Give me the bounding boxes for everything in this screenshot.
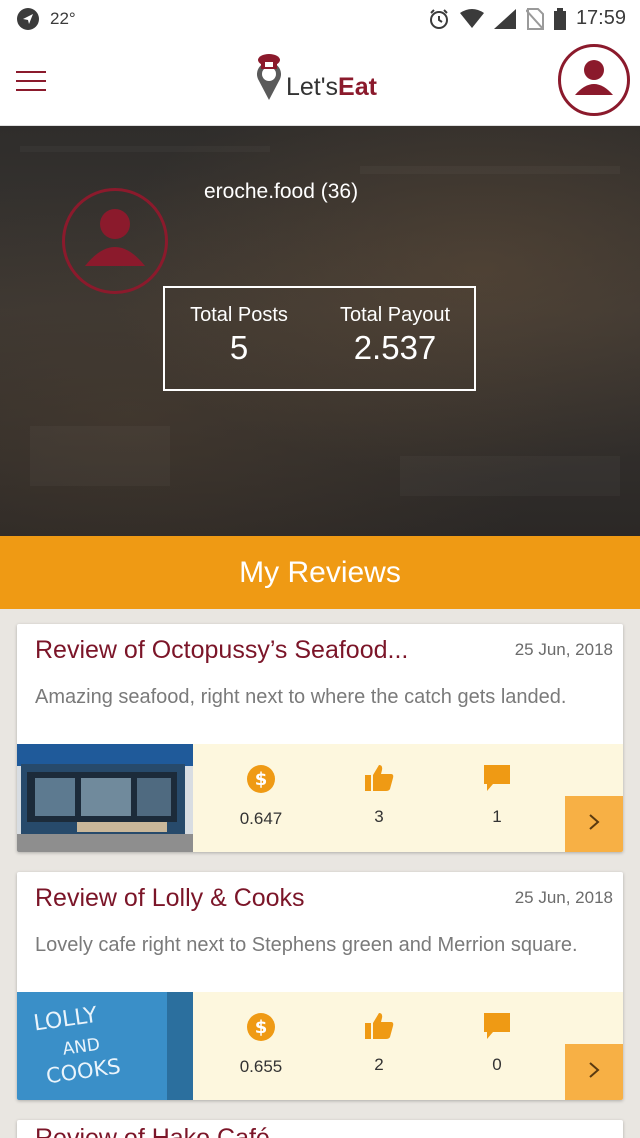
likes-count: 2 (374, 1055, 384, 1074)
temperature: 22° (50, 9, 76, 28)
open-review-button[interactable] (565, 796, 623, 852)
likes-count: 3 (374, 807, 384, 826)
review-description: Amazing seafood, right next to where the… (35, 686, 567, 708)
review-description: Lovely cafe right next to Stephens green… (35, 934, 578, 956)
likes-metric: 3 (339, 764, 419, 827)
comments-metric: 1 (457, 764, 537, 827)
status-bar: 22° 17:59 (0, 0, 640, 38)
open-review-button[interactable] (565, 1044, 623, 1100)
review-title[interactable]: Review of Lolly & Cooks (35, 884, 305, 913)
review-footer: $ 0.647 3 1 (17, 744, 623, 852)
stats-box: Total Posts 5 Total Payout 2.537 (163, 286, 476, 391)
app-bar: Let'sEat (0, 38, 640, 126)
profile-header: eroche.food (36) Total Posts 5 Total Pay… (0, 126, 640, 536)
clock-time: 17:59 (575, 7, 626, 29)
location-icon (16, 7, 40, 31)
total-posts-stat: Total Posts 5 (181, 304, 297, 367)
username: eroche.food (36) (204, 180, 359, 203)
user-icon (573, 57, 615, 104)
hamburger-icon (16, 71, 46, 73)
total-payout-label: Total Payout (339, 304, 451, 326)
user-icon (83, 206, 147, 277)
likes-metric: 2 (339, 1012, 419, 1075)
app-logo: Let'sEat (254, 53, 377, 106)
svg-text:$: $ (255, 769, 268, 790)
thumbs-up-icon (364, 1013, 394, 1044)
comment-icon (483, 765, 511, 796)
total-posts-value: 5 (229, 329, 249, 366)
payout-metric: $ 0.655 (221, 1012, 301, 1077)
wifi-icon (459, 8, 484, 29)
no-sim-icon (525, 7, 544, 30)
comments-metric: 0 (457, 1012, 537, 1075)
comment-icon (483, 1013, 511, 1044)
review-thumbnail: LOLLY AND COOKS (17, 992, 193, 1100)
comments-count: 0 (492, 1055, 502, 1074)
total-payout-value: 2.537 (353, 329, 437, 366)
payout-value: 0.647 (239, 809, 283, 828)
payout-value: 0.655 (239, 1057, 283, 1076)
review-date: 25 Jun, 2018 (514, 888, 613, 907)
chevron-right-icon (587, 1061, 601, 1084)
alarm-icon (428, 8, 450, 30)
battery-icon (553, 7, 566, 30)
profile-avatar-button[interactable] (558, 44, 630, 116)
review-card[interactable]: Review of Lolly & Cooks 25 Jun, 2018 Lov… (17, 872, 623, 1100)
review-footer: LOLLY AND COOKS $ 0.655 2 0 (17, 992, 623, 1100)
my-reviews-header: My Reviews (0, 536, 640, 609)
review-card[interactable]: Review of Octopussy’s Seafood... 25 Jun,… (17, 624, 623, 852)
signal-icon (493, 8, 516, 29)
total-payout-stat: Total Payout 2.537 (325, 304, 465, 367)
review-thumbnail (17, 744, 193, 852)
dollar-coin-icon: $ (246, 1013, 276, 1046)
comments-count: 1 (492, 807, 502, 826)
profile-avatar (62, 188, 168, 294)
review-date: 25 Jun, 2018 (514, 640, 613, 659)
total-posts-label: Total Posts (190, 304, 288, 326)
logo-text-bold: Eat (338, 73, 377, 101)
dollar-coin-icon: $ (246, 765, 276, 798)
review-title[interactable]: Review of Octopussy’s Seafood... (35, 636, 408, 665)
chef-pin-icon (254, 53, 284, 106)
thumbs-up-icon (364, 765, 394, 796)
review-title[interactable]: Review of Hako Café (35, 1124, 270, 1138)
menu-button[interactable] (16, 64, 50, 94)
chevron-right-icon (587, 813, 601, 836)
svg-text:$: $ (255, 1017, 268, 1038)
payout-metric: $ 0.647 (221, 764, 301, 829)
logo-text-prefix: Let's (286, 73, 339, 101)
